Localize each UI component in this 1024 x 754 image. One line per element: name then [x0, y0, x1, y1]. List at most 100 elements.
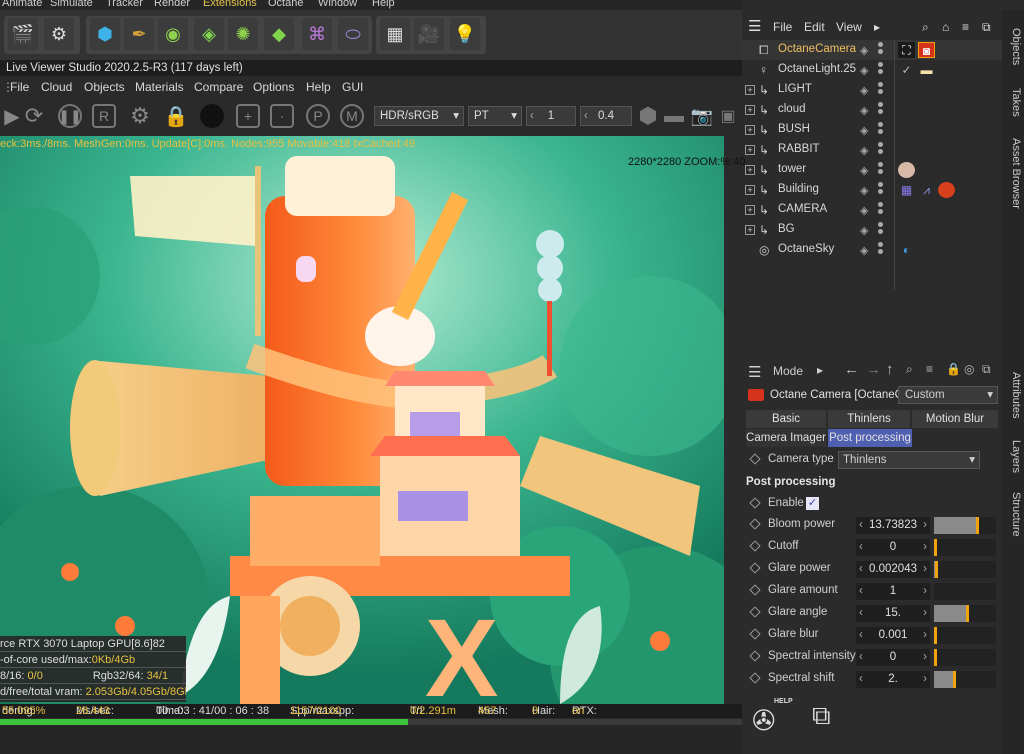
lv-menu-objects[interactable]: Objects — [84, 80, 125, 94]
tag-icon[interactable]: ⛶ — [898, 42, 915, 58]
attr-mode-menu[interactable]: Mode — [773, 364, 803, 378]
forward-arrow-icon[interactable]: → — [866, 361, 881, 378]
param-value-input[interactable]: 0 — [856, 649, 930, 666]
visibility-dots[interactable] — [878, 102, 884, 118]
obj-menu-file[interactable]: File — [773, 20, 792, 34]
object-row[interactable]: + ↳ cloud ◈ — [742, 100, 1002, 120]
expand-icon[interactable]: + — [745, 145, 755, 155]
tab-objects[interactable]: Objects — [1004, 28, 1022, 65]
tab-motion-blur[interactable]: Motion Blur — [912, 410, 998, 428]
new-window-icon[interactable]: ⧉ — [982, 362, 991, 377]
tab-post-processing[interactable]: Post processing — [828, 429, 912, 447]
object-row[interactable]: + ↳ BG ◈ — [742, 220, 1002, 240]
keyframe-diamond-icon[interactable] — [749, 453, 761, 465]
visibility-dots[interactable] — [878, 222, 884, 238]
slider-handle[interactable] — [966, 605, 970, 622]
object-row[interactable]: ♀ OctaneLight.25 ◈ — [742, 60, 1002, 80]
lv-menu-help[interactable]: Help — [306, 80, 331, 94]
expand-icon[interactable]: + — [745, 105, 755, 115]
visibility-dots[interactable] — [878, 122, 884, 138]
tag-icon[interactable]: ⩘ — [918, 182, 935, 198]
film-button[interactable]: ▬ — [662, 104, 686, 128]
expand-icon[interactable]: + — [745, 225, 755, 235]
kernel-select[interactable]: PT ▾ — [468, 106, 522, 126]
slider-handle[interactable] — [952, 671, 956, 688]
lv-menu-gui[interactable]: GUI — [342, 80, 363, 94]
slider-handle[interactable] — [934, 539, 937, 556]
keyframe-diamond-icon[interactable] — [749, 584, 761, 596]
region-render-button[interactable]: R — [92, 104, 116, 128]
home-icon[interactable]: ⌂ — [942, 20, 949, 34]
value-stepper-2[interactable]: ‹ 0.4 — [580, 106, 632, 126]
slider-handle[interactable] — [934, 627, 937, 644]
search-icon[interactable]: ⌕ — [922, 20, 929, 35]
send-scene-button[interactable]: ▶ — [0, 104, 24, 128]
lv-menu-cloud[interactable]: Cloud — [41, 80, 72, 94]
param-value-input[interactable]: 13.73823 — [856, 517, 930, 534]
render-viewport[interactable]: X — [0, 136, 724, 704]
lv-menu-options[interactable]: Options — [253, 80, 294, 94]
mograph-button[interactable]: ◆ — [264, 18, 294, 50]
param-slider[interactable] — [934, 649, 996, 666]
visibility-dots[interactable] — [878, 62, 884, 78]
color-space-select[interactable]: HDR/sRGB ▾ — [374, 106, 464, 126]
object-row[interactable]: + ↳ Building ◈ — [742, 180, 1002, 200]
pause-button[interactable]: ❚❚ — [58, 104, 82, 128]
slider-handle[interactable] — [934, 649, 937, 666]
restart-button[interactable]: ⟳ — [22, 103, 46, 128]
tag-icon[interactable]: ▬ — [918, 62, 935, 78]
param-value-input[interactable]: 0.001 — [856, 627, 930, 644]
tab-attributes[interactable]: Attributes — [1004, 372, 1022, 418]
visibility-dots[interactable] — [878, 242, 884, 258]
obj-menu-view[interactable]: View — [836, 20, 862, 34]
keyframe-diamond-icon[interactable] — [749, 628, 761, 640]
search-icon[interactable]: ⌕ — [906, 362, 913, 377]
visibility-dots[interactable] — [878, 162, 884, 178]
light-button[interactable]: 💡 — [450, 18, 480, 50]
help-icon[interactable]: ✇ — [752, 704, 775, 737]
menu-tracker[interactable]: Tracker — [106, 0, 143, 9]
menu-render[interactable]: Render — [154, 0, 190, 9]
layer-icon[interactable]: ◈ — [860, 244, 874, 257]
visibility-dots[interactable] — [878, 142, 884, 158]
spline-button[interactable]: ✒ — [124, 18, 154, 50]
filter-icon[interactable]: ≡ — [926, 362, 933, 376]
field-button[interactable]: ⬭ — [338, 18, 368, 50]
tag-icon[interactable]: ▦ — [898, 182, 915, 198]
value-stepper-1[interactable]: ‹ 1 — [526, 106, 576, 126]
add-region-button[interactable]: + — [236, 104, 260, 128]
save-image-button[interactable]: ▣ — [716, 104, 740, 128]
visibility-dots[interactable] — [878, 82, 884, 98]
layer-icon[interactable]: ◈ — [860, 64, 874, 77]
up-arrow-icon[interactable]: ↑ — [886, 361, 894, 378]
expand-icon[interactable]: + — [745, 125, 755, 135]
layer-icon[interactable]: ◈ — [860, 224, 874, 237]
slider-handle[interactable] — [935, 561, 939, 578]
keyframe-diamond-icon[interactable] — [749, 497, 761, 509]
object-row[interactable]: + ↳ tower ◈ — [742, 160, 1002, 180]
param-value-input[interactable]: 15. — [856, 605, 930, 622]
snapshot-button[interactable]: 📷 — [690, 104, 714, 128]
param-value-input[interactable]: 0 — [856, 539, 930, 556]
tag-icon[interactable]: ◐ — [898, 242, 915, 258]
expand-icon[interactable]: + — [745, 165, 755, 175]
lock-button[interactable]: 🔒 — [164, 104, 189, 128]
tab-camera-imager[interactable]: Camera Imager — [746, 429, 826, 447]
enable-checkbox[interactable]: ✓ — [806, 497, 819, 510]
settings-button[interactable]: ⚙ — [128, 103, 152, 128]
param-slider[interactable] — [934, 627, 996, 644]
grid-button[interactable]: ▦ — [380, 18, 410, 50]
menu-animate[interactable]: Animate — [2, 0, 42, 9]
keyframe-diamond-icon[interactable] — [749, 518, 761, 530]
keyframe-diamond-icon[interactable] — [749, 672, 761, 684]
tab-takes[interactable]: Takes — [1004, 88, 1022, 117]
layer-icon[interactable]: ◈ — [860, 164, 874, 177]
new-window-icon[interactable]: ⧉ — [982, 20, 991, 35]
expand-icon[interactable]: + — [745, 205, 755, 215]
object-row[interactable]: ◎ OctaneSky ◈ — [742, 240, 1002, 260]
tag-icon[interactable]: ✓ — [898, 62, 915, 78]
param-slider[interactable] — [934, 561, 996, 578]
obj-menu-edit[interactable]: Edit — [804, 20, 825, 34]
menu-simulate[interactable]: Simulate — [50, 0, 93, 9]
expand-icon[interactable]: + — [745, 85, 755, 95]
